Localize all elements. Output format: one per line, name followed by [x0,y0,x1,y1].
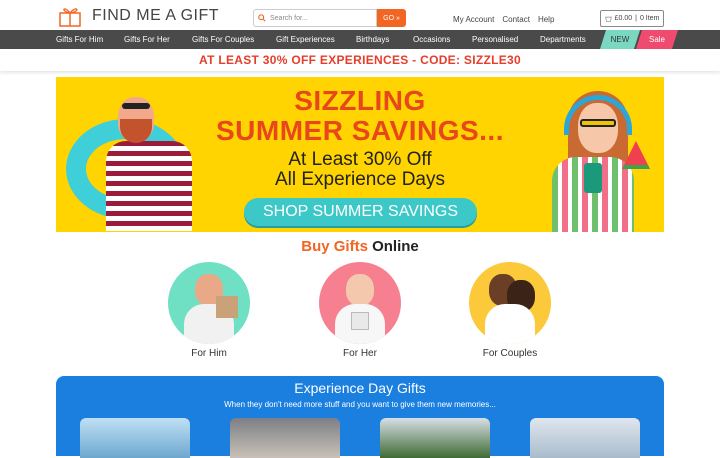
gift-box-icon [351,312,369,330]
buy-gifts-heading-rest: Online [372,238,419,255]
nav-gift-experiences[interactable]: Gift Experiences [276,30,356,49]
nav-gifts-for-him[interactable]: Gifts For Him [56,30,124,49]
search-icon [258,14,266,22]
woman-sunglasses [580,119,616,127]
experience-title: Experience Day Gifts [294,380,426,396]
category-for-him[interactable]: For Him [168,262,250,359]
search-input[interactable]: Search for... [253,9,377,27]
promo-strip[interactable]: AT LEAST 30% OFF EXPERIENCES - CODE: SIZ… [0,49,720,71]
cart-separator: | [635,15,637,22]
help-link[interactable]: Help [538,15,554,24]
phone-icon [584,163,602,193]
experience-tile[interactable] [380,418,490,458]
hero-banner[interactable]: SIZZLING SUMMER SAVINGS... At Least 30% … [56,77,664,232]
person-body [485,304,535,344]
for-him-label[interactable]: For Him [168,348,250,359]
nav-occasions[interactable]: Occasions [413,30,472,49]
cart-amount: £0.00 [614,15,633,22]
for-couples-label[interactable]: For Couples [469,348,551,359]
for-her-label[interactable]: For Her [319,348,401,359]
cart-items: 0 Item [639,15,660,22]
buy-gifts-heading-accent: Buy Gifts [301,238,368,255]
basket-icon [604,16,612,22]
search-bar: Search for... GO » [253,9,406,27]
site-header: FIND ME A GIFT Search for... GO » My Acc… [0,0,720,30]
shop-summer-savings-button[interactable]: SHOP SUMMER SAVINGS [244,198,477,226]
nav-departments[interactable]: Departments [540,30,600,49]
search-go-button[interactable]: GO » [377,9,406,27]
my-account-link[interactable]: My Account [453,15,494,24]
main-nav: Gifts For Him Gifts For Her Gifts For Co… [0,30,720,49]
experience-tile[interactable] [530,418,640,458]
for-him-image[interactable] [168,262,250,344]
nav-personalised[interactable]: Personalised [472,30,540,49]
buy-gifts-heading: Buy Gifts Online [0,238,720,255]
cart-button[interactable]: £0.00 | 0 Item [600,10,664,27]
gift-box-icon [216,296,238,318]
site-logo[interactable]: FIND ME A GIFT [56,5,219,27]
search-placeholder: Search for... [270,14,308,22]
nav-birthdays[interactable]: Birthdays [356,30,413,49]
nav-gifts-for-her[interactable]: Gifts For Her [124,30,192,49]
logo-text: FIND ME A GIFT [92,7,220,24]
experience-subtitle: When they don't need more stuff and you … [224,400,496,409]
nav-sale[interactable]: Sale [636,30,678,49]
gift-icon [59,8,81,27]
nav-new[interactable]: NEW [600,30,640,49]
top-links: My Account Contact Help [453,15,554,24]
for-couples-image[interactable] [469,262,551,344]
person-head [346,274,374,306]
experience-tile[interactable] [230,418,340,458]
experience-section: Experience Day Gifts When they don't nee… [56,376,664,458]
category-for-her[interactable]: For Her [319,262,401,359]
experience-tile[interactable] [80,418,190,458]
nav-gifts-for-couples[interactable]: Gifts For Couples [192,30,276,49]
contact-link[interactable]: Contact [502,15,530,24]
category-for-couples[interactable]: For Couples [469,262,551,359]
for-her-image[interactable] [319,262,401,344]
